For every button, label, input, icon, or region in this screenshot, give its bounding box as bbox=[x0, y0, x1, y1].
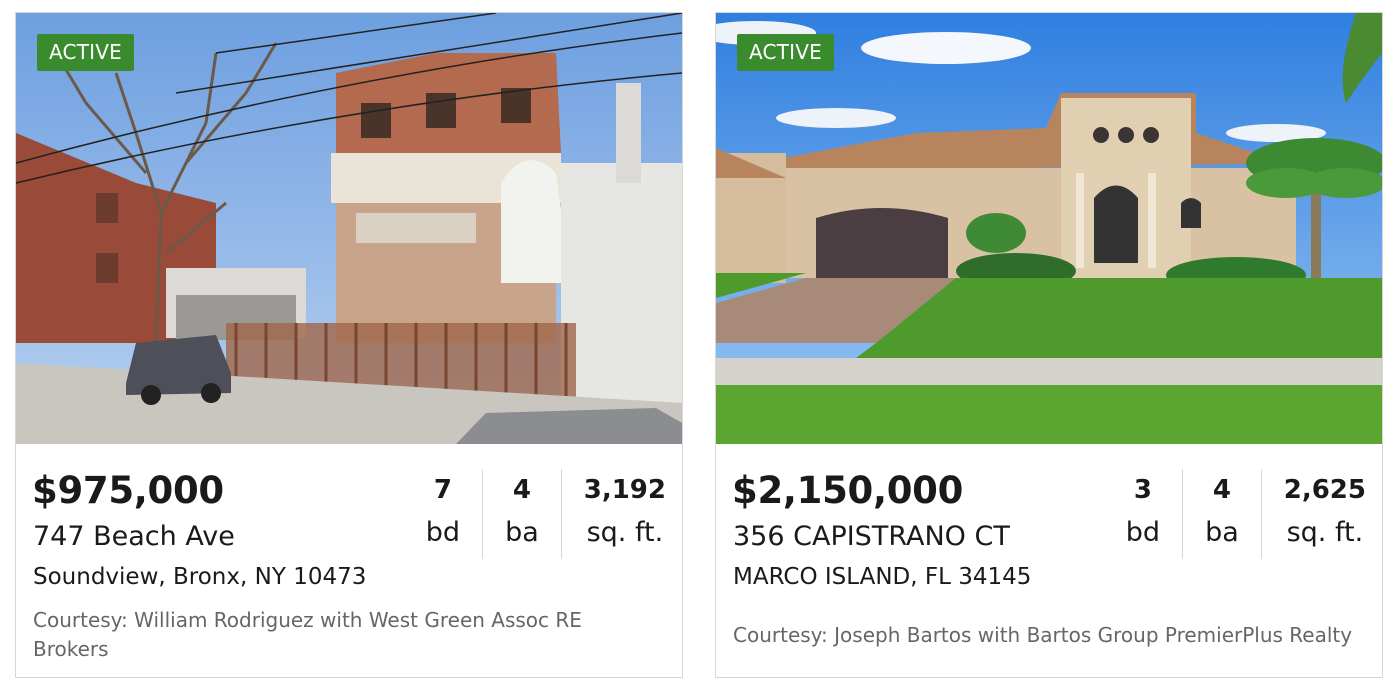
listing-stats: 7 bd 4 ba 3,192 sq. ft. bbox=[404, 469, 666, 559]
sqft-label: sq. ft. bbox=[1286, 517, 1364, 548]
beds-count: 3 bbox=[1133, 475, 1152, 505]
status-badge: ACTIVE bbox=[37, 34, 134, 71]
listing-photo[interactable]: ACTIVE bbox=[16, 13, 682, 444]
baths-count: 4 bbox=[512, 475, 531, 505]
listing-courtesy: Courtesy: Joseph Bartos with Bartos Grou… bbox=[733, 623, 1353, 647]
sqft-count: 3,192 bbox=[583, 475, 666, 505]
beds-stat: 3 bd bbox=[1104, 469, 1182, 559]
baths-count: 4 bbox=[1212, 475, 1231, 505]
listing-stats: 3 bd 4 ba 2,625 sq. ft. bbox=[1104, 469, 1366, 559]
listing-price: $2,150,000 bbox=[732, 469, 964, 512]
beds-label: bd bbox=[1125, 517, 1161, 548]
house-photo-bronx bbox=[16, 13, 682, 444]
baths-stat: 4 ba bbox=[1182, 469, 1261, 559]
listing-card[interactable]: ACTIVE $975,000 747 Beach Ave Soundview,… bbox=[15, 12, 683, 678]
listing-city: Soundview, Bronx, NY 10473 bbox=[33, 564, 367, 590]
beds-stat: 7 bd bbox=[404, 469, 482, 559]
sqft-stat: 2,625 sq. ft. bbox=[1260, 469, 1366, 559]
baths-label: ba bbox=[505, 517, 539, 548]
beds-count: 7 bbox=[433, 475, 452, 505]
beds-label: bd bbox=[425, 517, 461, 548]
listing-photo[interactable]: ACTIVE bbox=[716, 13, 1382, 444]
baths-stat: 4 ba bbox=[482, 469, 561, 559]
listing-address[interactable]: 747 Beach Ave bbox=[33, 521, 235, 552]
house-photo-marco-island bbox=[716, 13, 1382, 444]
listing-courtesy: Courtesy: William Rodriguez with West Gr… bbox=[33, 608, 582, 661]
baths-label: ba bbox=[1205, 517, 1239, 548]
sqft-label: sq. ft. bbox=[586, 517, 664, 548]
listing-price: $975,000 bbox=[32, 469, 224, 512]
sqft-stat: 3,192 sq. ft. bbox=[560, 469, 666, 559]
listing-card[interactable]: ACTIVE $2,150,000 356 CAPISTRANO CT MARC… bbox=[715, 12, 1383, 678]
listing-city: MARCO ISLAND, FL 34145 bbox=[733, 564, 1032, 590]
listing-address[interactable]: 356 CAPISTRANO CT bbox=[733, 521, 1010, 552]
status-badge: ACTIVE bbox=[737, 34, 834, 71]
sqft-count: 2,625 bbox=[1283, 475, 1366, 505]
